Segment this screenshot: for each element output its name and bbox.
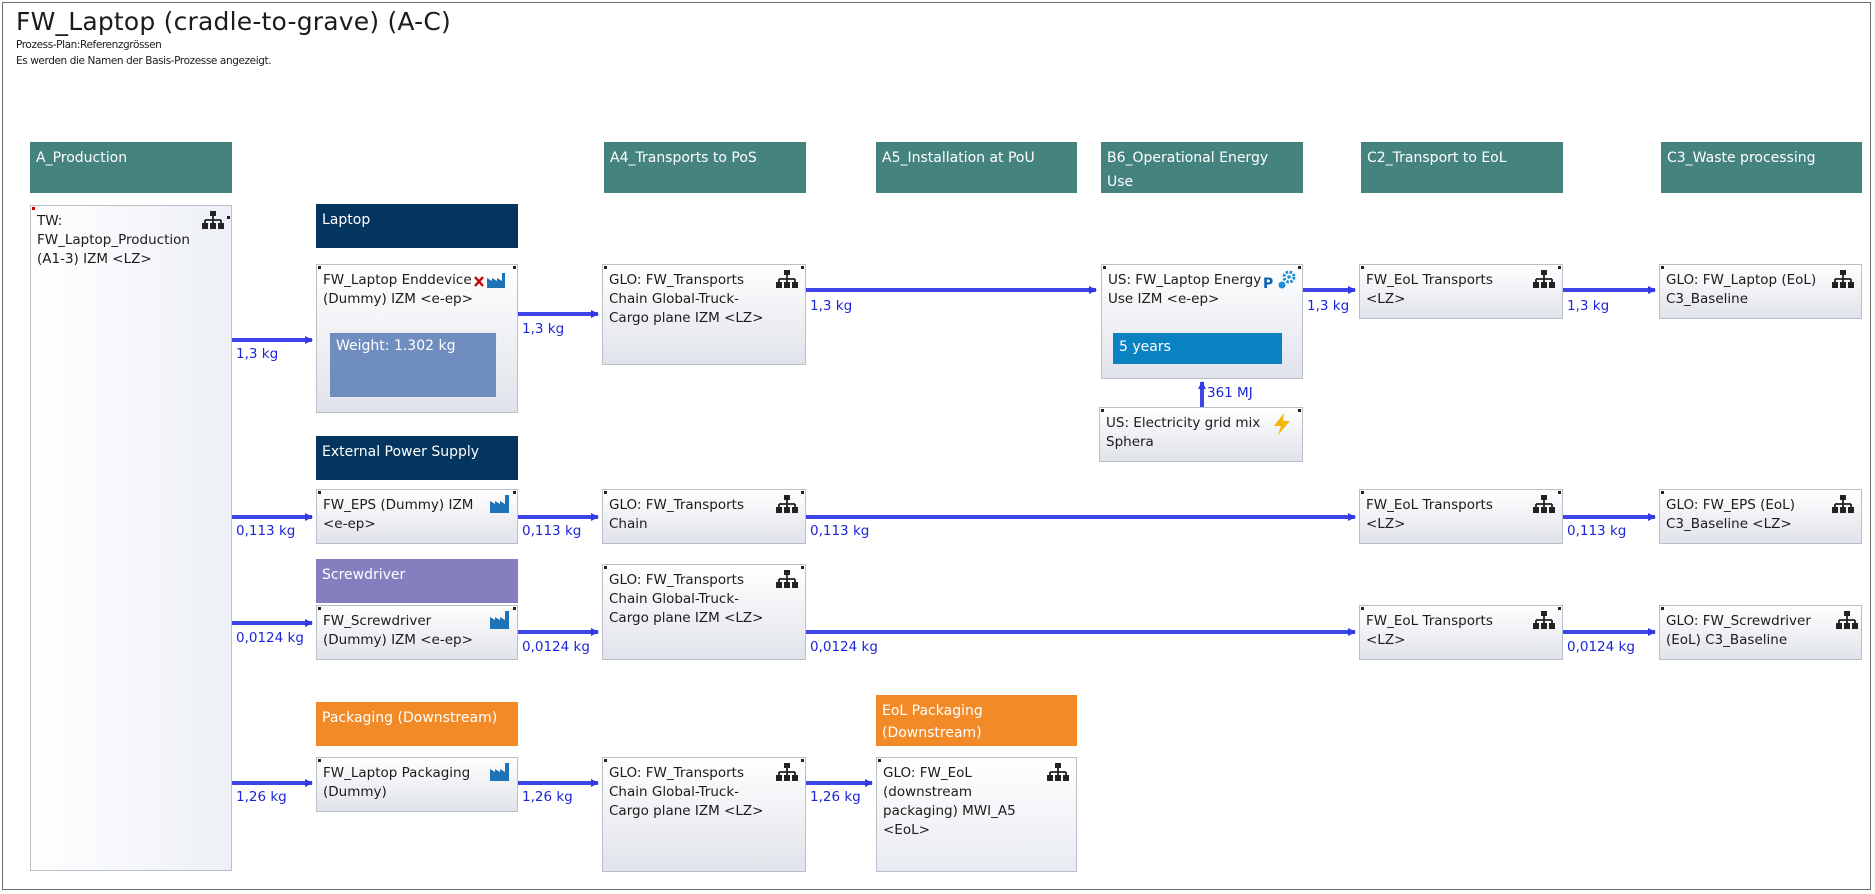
flow-label: 1,3 kg [810,298,853,314]
flow-label: 1,26 kg [810,789,861,805]
flow-label: 1,3 kg [1307,298,1350,314]
flow-label: 0,113 kg [236,523,296,539]
flow-label: 0,0124 kg [810,639,878,655]
flow-arrows [232,286,1656,787]
flow-label: 0,113 kg [810,523,870,539]
flow-label: 1,3 kg [236,346,279,362]
flow-label: 0,0124 kg [1567,639,1635,655]
flow-label: 0,113 kg [522,523,582,539]
flow-label: 0,0124 kg [236,630,304,646]
flow-label: 1,26 kg [522,789,573,805]
flow-label: 1,3 kg [522,321,565,337]
flow-label: 1,26 kg [236,789,287,805]
flow-label: 0,0124 kg [522,639,590,655]
flow-label: 361 MJ [1207,385,1253,401]
flow-label: 0,113 kg [1567,523,1627,539]
flow-label: 1,3 kg [1567,298,1610,314]
